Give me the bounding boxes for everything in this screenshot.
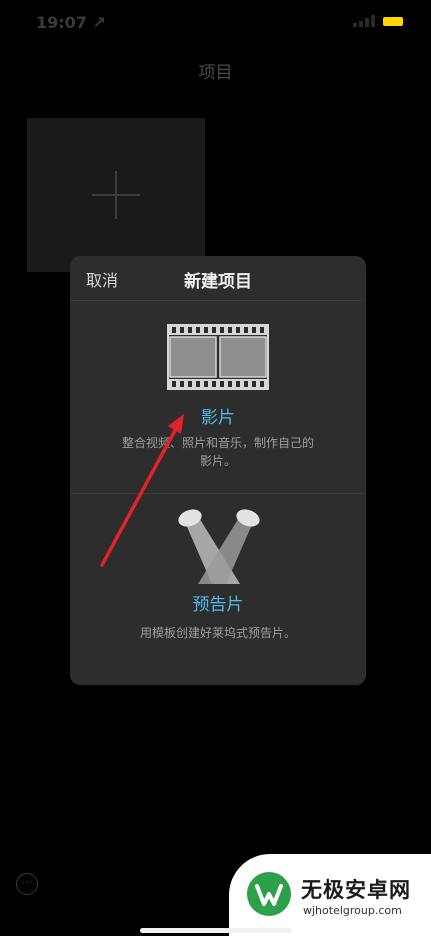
status-bar: 19:07 ↗: [0, 0, 431, 44]
dialog-title: 新建项目: [184, 272, 252, 292]
trailer-label: 预告片: [192, 595, 244, 615]
new-project-tile[interactable]: [27, 118, 205, 272]
new-project-dialog: 取消 新建项目 影片 整合视频、照片和音乐，制作自己的影片。 预告片 用模板创建…: [70, 256, 366, 685]
movie-option[interactable]: 影片 整合视频、照片和音乐，制作自己的影片。: [70, 301, 366, 494]
film-icon: [167, 324, 269, 390]
trailer-description: 用模板创建好莱坞式预告片。: [139, 626, 296, 640]
movie-label: 影片: [201, 408, 235, 428]
watermark: 无极安卓网 wjhotelgroup.com: [229, 854, 431, 936]
plus-icon: [92, 171, 140, 219]
home-indicator[interactable]: [140, 928, 292, 933]
status-time: 19:07 ↗: [36, 13, 106, 32]
signal-icon: [353, 15, 377, 27]
dialog-header: 取消 新建项目: [70, 256, 366, 301]
battery-icon: [383, 16, 403, 26]
spotlight-icon: [178, 509, 260, 584]
page-title: 项目: [198, 63, 233, 83]
status-indicators: [353, 15, 403, 27]
more-options-button[interactable]: ···: [16, 873, 38, 895]
watermark-name: 无极安卓网: [301, 878, 411, 902]
screen: 19:07 ↗ 项目 取消 新建项目 影片 整合视频、照片和音乐，制作自己的影片…: [0, 0, 431, 936]
movie-description: 整合视频、照片和音乐，制作自己的影片。: [121, 436, 314, 468]
trailer-option[interactable]: 预告片 用模板创建好莱坞式预告片。: [70, 494, 366, 685]
watermark-url: wjhotelgroup.com: [303, 904, 402, 917]
watermark-logo-icon: [247, 872, 291, 916]
